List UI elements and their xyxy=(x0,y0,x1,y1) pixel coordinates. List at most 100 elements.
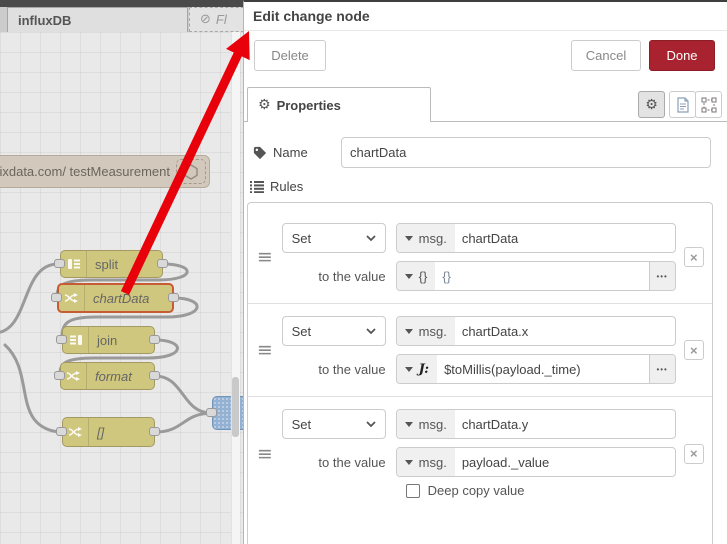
rule-value-input[interactable]: {} {} ••• xyxy=(395,261,676,291)
change-icon xyxy=(59,285,85,311)
property-type-label: msg. xyxy=(418,323,447,339)
rules-list: ≡ Set msg. chartData to the value {} {} … xyxy=(247,202,713,544)
to-value-label: to the value xyxy=(318,454,386,470)
appearance-frame-icon xyxy=(701,97,716,112)
node-brackets[interactable]: [] xyxy=(62,417,155,447)
workspace-scrollbar-thumb[interactable] xyxy=(232,377,239,437)
properties-view-button[interactable]: ⚙ xyxy=(638,91,665,118)
port-in[interactable] xyxy=(56,427,67,436)
rule-action-label: Set xyxy=(291,230,312,246)
caret-down-icon xyxy=(404,459,413,465)
port-in[interactable] xyxy=(54,371,65,380)
appearance-view-button[interactable] xyxy=(695,91,722,118)
property-value: chartData xyxy=(461,230,519,246)
description-view-button[interactable] xyxy=(669,91,696,118)
tab-properties[interactable]: ⚙ Properties xyxy=(247,87,431,122)
port-out[interactable] xyxy=(149,371,160,380)
drag-handle-icon[interactable]: ≡ xyxy=(248,339,282,361)
flow-tab-label: Fl xyxy=(215,12,227,27)
port-in[interactable] xyxy=(56,335,67,344)
node-label: [] xyxy=(97,424,105,440)
rule-property-input[interactable]: msg. chartData xyxy=(395,223,676,253)
property-type-label: msg. xyxy=(418,416,447,432)
jsonata-type-label: J: xyxy=(418,361,430,377)
expand-editor-button[interactable]: ••• xyxy=(648,355,675,383)
node-split[interactable]: split xyxy=(60,250,163,278)
rule-row: ≡ Set msg. chartData.y to the value msg.… xyxy=(248,397,712,510)
rule-property-input[interactable]: msg. chartData.y xyxy=(395,409,676,439)
value-text: {} xyxy=(442,268,452,284)
port-in[interactable] xyxy=(51,293,62,302)
delete-rule-button[interactable]: × xyxy=(683,443,704,464)
node-label: join xyxy=(97,332,118,348)
gear-icon: ⚙ xyxy=(258,97,271,113)
port-out[interactable] xyxy=(168,293,179,302)
port-in[interactable] xyxy=(206,408,217,417)
gear-icon: ⚙ xyxy=(645,96,658,113)
caret-down-icon xyxy=(404,235,413,241)
chevron-down-icon xyxy=(366,328,376,334)
delete-button[interactable]: Delete xyxy=(254,40,326,71)
node-format[interactable]: format xyxy=(60,362,155,390)
flow-tab-disabled[interactable]: ⊘ Fl xyxy=(189,7,249,32)
name-label: Name xyxy=(253,145,341,160)
node-influxdb-out[interactable]: ixdata.com/ testMeasurement xyxy=(0,155,210,188)
node-join[interactable]: join xyxy=(62,326,155,354)
chevron-down-icon xyxy=(366,235,376,241)
property-value: chartData.y xyxy=(461,416,529,432)
workspace-scrollbar-track[interactable] xyxy=(231,32,240,544)
drag-handle-icon[interactable]: ≡ xyxy=(248,246,282,268)
expand-editor-button[interactable]: ••• xyxy=(648,262,675,290)
rule-value-input[interactable]: msg. payload._value xyxy=(395,447,676,477)
rule-value-input[interactable]: J: $toMillis(payload._time) ••• xyxy=(395,354,676,384)
rule-action-select[interactable]: Set xyxy=(281,316,386,346)
tab-label: Properties xyxy=(276,97,341,113)
rule-action-label: Set xyxy=(291,323,312,339)
flow-tab-bar: influxDB ⊘ Fl xyxy=(0,7,249,32)
deep-copy-checkbox[interactable] xyxy=(405,483,420,498)
node-label: ixdata.com/ testMeasurement xyxy=(0,164,170,179)
node-red-editor: influxDB ⊘ Fl ixdata.com/ testMeasuremen… xyxy=(0,0,727,544)
cancel-button[interactable]: Cancel xyxy=(571,40,641,71)
port-out[interactable] xyxy=(149,335,160,344)
value-text: payload._value xyxy=(461,454,550,470)
caret-down-icon xyxy=(404,421,413,427)
caret-down-icon xyxy=(404,273,413,279)
document-icon xyxy=(676,96,689,113)
caret-down-icon xyxy=(404,328,413,334)
caret-down-icon xyxy=(404,366,413,372)
chevron-down-icon xyxy=(366,421,376,427)
name-field-row: Name xyxy=(253,137,711,168)
rule-action-select[interactable]: Set xyxy=(281,223,386,253)
edit-change-node-panel: Edit change node Delete Cancel Done ⚙ Pr… xyxy=(243,0,727,544)
port-out[interactable] xyxy=(157,259,168,268)
node-label: format xyxy=(95,368,132,384)
delete-rule-button[interactable]: × xyxy=(683,340,704,360)
rule-row: ≡ Set msg. chartData.x to the value J: $… xyxy=(248,304,712,397)
deep-copy-row: Deep copy value xyxy=(405,483,676,498)
rule-property-input[interactable]: msg. chartData.x xyxy=(395,316,676,346)
rule-action-select[interactable]: Set xyxy=(281,409,386,439)
value-type-label: {} xyxy=(418,268,428,284)
port-in[interactable] xyxy=(54,259,65,268)
deep-copy-label: Deep copy value xyxy=(427,483,525,498)
tag-icon xyxy=(253,146,267,159)
rule-row: ≡ Set msg. chartData to the value {} {} … xyxy=(248,211,712,304)
name-input[interactable] xyxy=(341,137,711,168)
to-value-label: to the value xyxy=(318,268,386,284)
done-button[interactable]: Done xyxy=(649,40,715,71)
node-chartdata[interactable]: chartData xyxy=(57,283,174,313)
rules-label: Rules xyxy=(250,179,303,194)
drag-handle-icon[interactable]: ≡ xyxy=(248,443,282,465)
list-icon xyxy=(250,180,264,193)
delete-rule-button[interactable]: × xyxy=(683,247,704,267)
panel-title: Edit change node xyxy=(244,2,727,31)
rule-action-label: Set xyxy=(291,416,312,432)
header-strip xyxy=(0,0,243,7)
influxdb-logo-icon xyxy=(176,159,206,184)
port-out[interactable] xyxy=(149,427,160,436)
to-value-label: to the value xyxy=(318,361,386,377)
property-value: chartData.x xyxy=(461,323,529,339)
value-text: $toMillis(payload._time) xyxy=(444,361,581,377)
flow-tab-influxdb[interactable]: influxDB xyxy=(7,7,188,32)
